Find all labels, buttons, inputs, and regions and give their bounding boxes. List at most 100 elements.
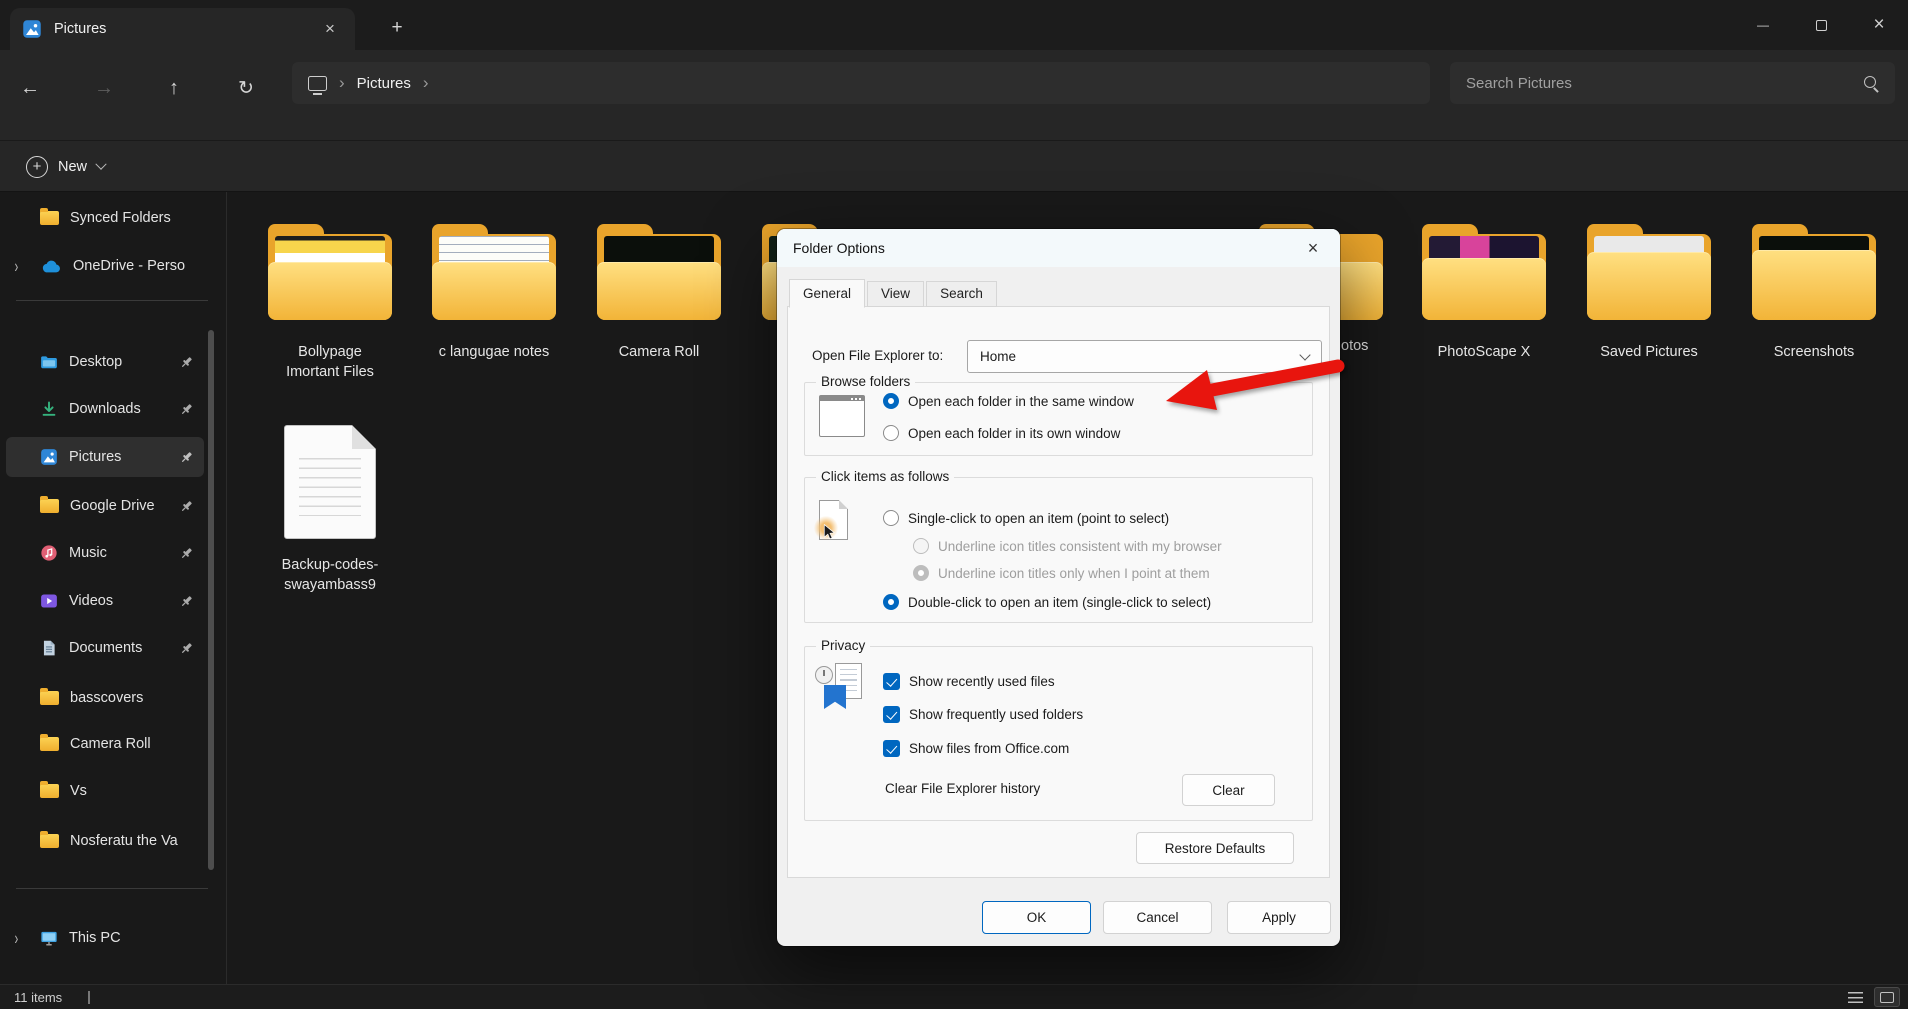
thumbnail-view-button[interactable] [1874,987,1900,1007]
sidebar-item-google-drive[interactable]: Google Drive [6,486,204,526]
checkbox-checked-icon[interactable] [883,740,900,757]
chevron-expand-icon[interactable] [14,256,18,277]
sidebar-item-pictures[interactable]: Pictures [6,437,204,477]
dialog-tabs: General View Search [789,279,999,307]
maximize-button[interactable] [1792,0,1850,50]
sidebar-item-documents[interactable]: Documents [6,628,204,668]
radio-single-click[interactable]: Single-click to open an item (point to s… [883,510,1169,526]
cancel-button[interactable]: Cancel [1103,901,1212,934]
folder-icon [1585,222,1713,322]
statusbar: 11 items [0,984,1908,1009]
clear-button[interactable]: Clear [1182,774,1275,806]
this-pc-icon [308,76,327,91]
privacy-history-icon [815,663,865,711]
monitor-icon [40,929,58,947]
open-to-label: Open File Explorer to: [812,348,943,363]
tab-title: Pictures [54,21,106,37]
chevron-right-icon [423,73,429,93]
pin-icon [179,355,194,370]
radio-icon[interactable] [883,425,899,441]
checkbox-checked-icon[interactable] [883,706,900,723]
folder-icon [1750,222,1878,322]
search-box[interactable] [1450,62,1895,104]
sidebar-item-vs[interactable]: Vs [6,771,204,811]
pictures-icon [22,19,42,39]
onedrive-icon [40,258,62,274]
radio-underline-browser: Underline icon titles consistent with my… [913,538,1222,554]
explorer-tab[interactable]: Pictures [10,8,355,50]
folder-tile[interactable]: Saved Pictures [1574,222,1724,362]
refresh-button[interactable] [226,68,266,108]
sidebar-item-videos[interactable]: Videos [6,581,204,621]
breadcrumb[interactable]: Pictures [357,75,411,92]
browse-folders-group: Browse folders Open each folder in the s… [804,382,1313,456]
forward-button[interactable] [84,68,124,108]
sidebar-item-downloads[interactable]: Downloads [6,389,204,429]
sidebar-item-desktop[interactable]: Desktop [6,342,204,382]
pin-icon [179,450,194,465]
sidebar-divider [16,300,208,301]
tab-search[interactable]: Search [926,281,997,307]
chevron-expand-icon[interactable] [14,928,18,949]
back-button[interactable] [10,68,50,108]
folder-tile[interactable]: PhotoScape X [1409,222,1559,362]
address-bar[interactable]: Pictures [292,62,1430,104]
tab-close-icon[interactable] [317,17,343,41]
sidebar-item-this-pc[interactable]: This PC [6,918,204,958]
folder-name: Saved Pictures [1590,342,1708,362]
folder-name: c langugae notes [435,342,553,362]
pin-icon [179,546,194,561]
status-divider [88,991,90,1004]
sidebar-item-nosferatu[interactable]: Nosferatu the Va [6,821,204,861]
minimize-button[interactable] [1734,0,1792,50]
sidebar-item-onedrive[interactable]: OneDrive - Perso [6,246,204,286]
folder-name[interactable]: otos [1341,336,1368,356]
radio-double-click[interactable]: Double-click to open an item (single-cli… [883,594,1211,610]
folder-icon [595,222,723,322]
new-tab-button[interactable] [382,14,412,42]
folder-tile[interactable]: Bollypage Imortant Files [255,222,405,382]
folder-name: Screenshots [1755,342,1873,362]
new-button[interactable]: New [14,149,117,185]
tab-general[interactable]: General [789,279,865,308]
checkbox-recent-files[interactable]: Show recently used files [883,673,1055,690]
search-icon[interactable] [1864,76,1879,91]
close-button[interactable] [1850,0,1908,50]
checkbox-checked-icon[interactable] [883,673,900,690]
details-view-button[interactable] [1842,987,1868,1007]
open-to-dropdown[interactable]: Home [967,340,1322,373]
radio-own-window[interactable]: Open each folder in its own window [883,425,1120,441]
checkbox-frequent-folders[interactable]: Show frequently used folders [883,706,1083,723]
sidebar-scrollbar[interactable] [208,330,214,870]
restore-defaults-button[interactable]: Restore Defaults [1136,832,1294,864]
sidebar-divider [16,888,208,889]
folder-tile[interactable]: c langugae notes [419,222,569,362]
search-input[interactable] [1466,75,1864,92]
folder-name: PhotoScape X [1425,342,1543,362]
sidebar-item-camera-roll[interactable]: Camera Roll [6,724,204,764]
file-tile[interactable]: Backup-codes-swayambass9 [255,425,405,595]
sidebar-item-basscovers[interactable]: basscovers [6,678,204,718]
dialog-titlebar[interactable]: Folder Options [777,229,1340,267]
file-name: Backup-codes-swayambass9 [280,555,380,595]
chevron-down-icon [1299,349,1310,360]
tab-view[interactable]: View [867,281,924,307]
apply-button[interactable]: Apply [1227,901,1331,934]
radio-selected-icon[interactable] [883,594,899,610]
browse-folders-legend: Browse folders [816,374,915,389]
sidebar-item-synced-folders[interactable]: Synced Folders [6,198,204,238]
folder-icon [1420,222,1548,322]
ok-button[interactable]: OK [982,901,1091,934]
folder-tile[interactable]: Screenshots [1739,222,1889,362]
plus-icon [26,156,48,178]
sidebar-item-music[interactable]: Music [6,533,204,573]
dialog-close-icon[interactable] [1298,236,1328,261]
pin-icon [179,402,194,417]
up-button[interactable] [154,68,194,108]
radio-icon[interactable] [883,510,899,526]
checkbox-office-files[interactable]: Show files from Office.com [883,740,1069,757]
radio-selected-icon[interactable] [883,393,899,409]
folder-tile[interactable]: Camera Roll [584,222,734,362]
radio-same-window[interactable]: Open each folder in the same window [883,393,1134,409]
view-toggles [1842,987,1900,1007]
